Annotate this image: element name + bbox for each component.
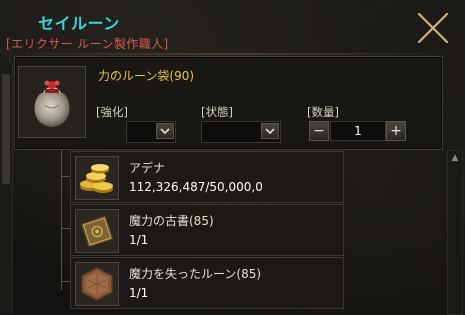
tree-branch [61, 176, 70, 177]
tree-branch [61, 281, 70, 282]
close-icon [417, 12, 449, 44]
enhance-dropdown[interactable] [126, 121, 176, 143]
npc-role: [エリクサー ルーン製作職人] [6, 37, 169, 51]
chevron-down-icon [160, 128, 170, 135]
material-count: 112,326,487/50,000,0 [129, 180, 263, 194]
material-row[interactable]: アデナ 112,326,487/50,000,0 [70, 151, 344, 203]
material-row[interactable]: 魔力の古書(85) 1/1 [70, 204, 344, 256]
state-label: [状態] [201, 105, 233, 119]
material-row[interactable]: 魔力を失ったルーン(85) 1/1 [70, 257, 344, 309]
left-scrollbar[interactable] [0, 64, 13, 313]
result-item-slot[interactable] [18, 66, 86, 138]
quantity-label: [数量] [307, 105, 339, 119]
material-count: 1/1 [129, 286, 149, 300]
ancient-book-icon [81, 216, 113, 247]
quantity-increase-button[interactable]: + [386, 121, 406, 141]
npc-name: セイルーン [38, 14, 120, 33]
material-name: アデナ [129, 161, 166, 175]
header-divider [0, 53, 465, 55]
enhance-dropdown-button[interactable] [156, 123, 174, 139]
state-dropdown[interactable] [201, 121, 281, 143]
close-button[interactable] [413, 8, 453, 48]
material-slot[interactable] [75, 156, 119, 200]
material-slot[interactable] [75, 209, 119, 253]
tree-branch [61, 228, 70, 229]
material-name: 魔力の古書(85) [129, 214, 214, 228]
right-scrollbar[interactable]: ▲ [447, 150, 463, 315]
chevron-down-icon [265, 128, 275, 135]
material-count: 1/1 [129, 233, 149, 247]
drained-rune-icon [81, 267, 113, 301]
material-name: 魔力を失ったルーン(85) [129, 267, 262, 281]
material-slot[interactable] [75, 262, 119, 306]
enhance-label: [強化] [96, 105, 128, 119]
result-item-name: 力のルーン袋(90) [98, 69, 195, 83]
rune-pouch-icon [34, 80, 70, 127]
left-scrollbar-thumb[interactable] [2, 74, 10, 184]
tree-connector [61, 150, 62, 290]
quantity-decrease-button[interactable]: − [309, 121, 329, 141]
quantity-input[interactable]: 1 [330, 121, 386, 141]
adena-coins-icon [80, 164, 113, 193]
scroll-up-arrow-icon[interactable]: ▲ [450, 153, 460, 163]
state-dropdown-button[interactable] [261, 123, 279, 139]
